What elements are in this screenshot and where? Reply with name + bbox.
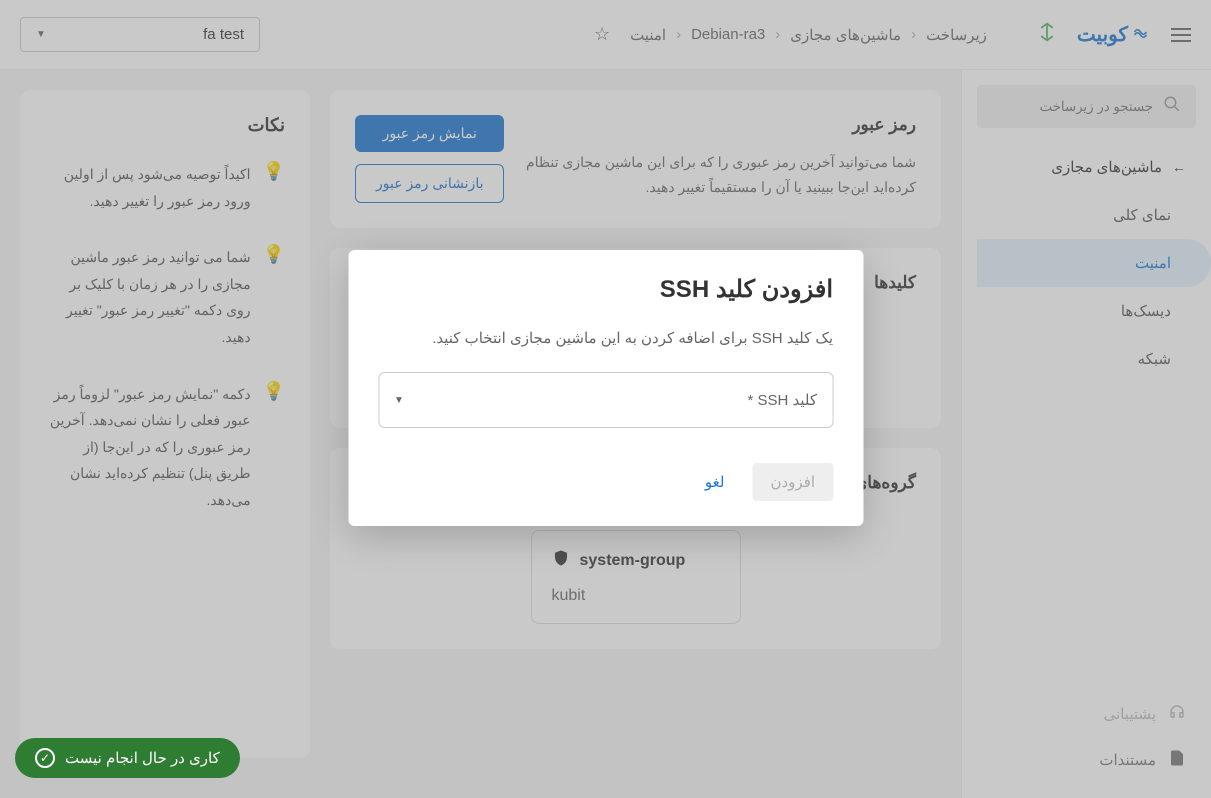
ssh-key-select[interactable]: کلید SSH * ▼ (378, 372, 833, 428)
add-ssh-key-modal: افزودن کلید SSH یک کلید SSH برای اضافه ک… (348, 250, 863, 526)
status-text: کاری در حال انجام نیست (65, 749, 220, 767)
ssh-key-select-label: کلید SSH * (747, 391, 817, 409)
check-icon: ✓ (35, 748, 55, 768)
status-pill[interactable]: کاری در حال انجام نیست ✓ (15, 738, 240, 778)
modal-footer: افزودن لغو (348, 448, 863, 526)
modal-add-button[interactable]: افزودن (752, 463, 833, 501)
modal-title: افزودن کلید SSH (378, 275, 833, 304)
modal-desc: یک کلید SSH برای اضافه کردن به این ماشین… (378, 329, 833, 347)
modal-cancel-button[interactable]: لغو (687, 463, 743, 501)
chevron-down-icon: ▼ (394, 395, 404, 406)
